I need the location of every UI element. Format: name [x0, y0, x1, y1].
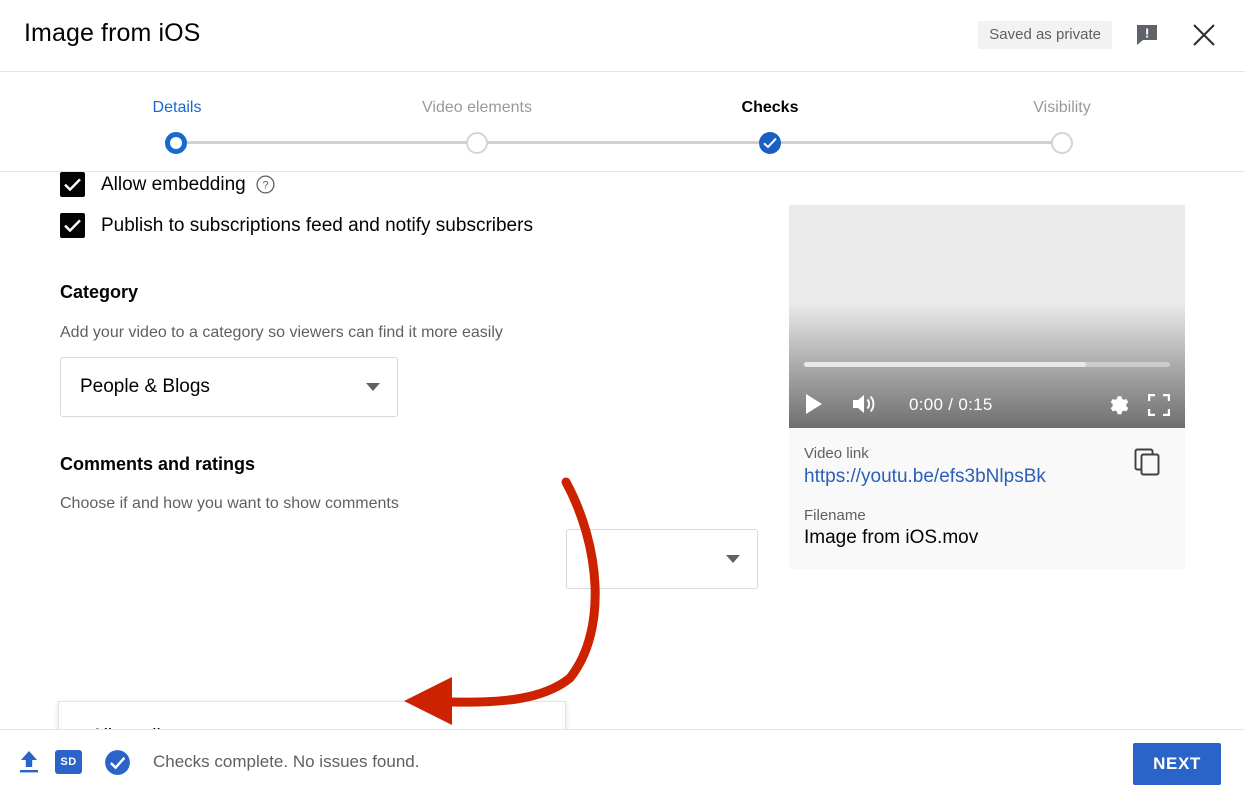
step-label-video-elements[interactable]: Video elements	[422, 99, 532, 117]
checkbox-box	[60, 172, 85, 197]
checkbox-publish-to-subscriptions[interactable]: Publish to subscriptions feed and notify…	[60, 213, 533, 238]
step-label-details[interactable]: Details	[153, 99, 202, 117]
feedback-exclamation-icon[interactable]	[1134, 22, 1160, 48]
help-circle-icon[interactable]: ?	[256, 175, 275, 194]
category-select[interactable]: People & Blogs	[60, 357, 398, 417]
svg-text:?: ?	[262, 180, 268, 192]
checkbox-label: Allow embedding	[101, 173, 246, 195]
comments-section-subtitle: Choose if and how you want to show comme…	[60, 495, 399, 512]
video-link-label: Video link	[804, 445, 869, 462]
category-select-value: People & Blogs	[80, 376, 210, 397]
close-icon[interactable]	[1189, 20, 1219, 50]
video-link[interactable]: https://youtu.be/efs3bNlpsBk	[804, 466, 1185, 488]
category-section-title: Category	[60, 282, 139, 302]
copy-icon[interactable]	[1133, 447, 1162, 476]
check-circle-icon	[104, 749, 131, 776]
dialog-header: Image from iOS Saved as private	[0, 0, 1245, 72]
dropdown-option-allow-all[interactable]: Allow all comments	[59, 716, 565, 729]
quality-badge: SD	[55, 750, 82, 774]
page-title: Image from iOS	[24, 19, 201, 47]
progress-bar-track[interactable]	[804, 362, 1170, 367]
checkbox-label: Publish to subscriptions feed and notify…	[101, 214, 533, 236]
play-icon[interactable]	[804, 393, 824, 420]
step-label-visibility[interactable]: Visibility	[1033, 99, 1091, 117]
filename-label: Filename	[804, 507, 866, 524]
checkbox-box	[60, 213, 85, 238]
status-badge: Saved as private	[978, 21, 1112, 49]
dialog-scroll-body: Allow embedding ? Publish to subscriptio…	[0, 172, 1245, 729]
upload-icon[interactable]	[16, 749, 42, 775]
details-form-column: Allow embedding ? Publish to subscriptio…	[0, 172, 790, 729]
upload-stepper: Details Video elements Checks Visibility	[0, 72, 1245, 172]
comments-dropdown-menu[interactable]: Allow all comments Hold potentially inap…	[58, 701, 566, 729]
stepper-rail	[176, 141, 1070, 144]
gear-icon[interactable]	[1105, 392, 1129, 421]
video-player[interactable]: 0:00 / 0:15	[789, 205, 1185, 428]
comments-section-title: Comments and ratings	[60, 454, 256, 474]
category-section-subtitle: Add your video to a category so viewers …	[60, 324, 503, 341]
fullscreen-icon[interactable]	[1147, 393, 1171, 421]
progress-bar-fill	[804, 362, 1086, 367]
checkbox-allow-embedding[interactable]: Allow embedding ?	[60, 172, 275, 197]
video-preview-panel: 0:00 / 0:15 Video link https://youtu.be/…	[789, 205, 1185, 569]
chevron-down-icon	[366, 383, 380, 391]
step-node-video-elements[interactable]	[466, 132, 488, 154]
video-time: 0:00 / 0:15	[909, 395, 993, 414]
step-node-details[interactable]	[165, 132, 187, 154]
step-label-checks[interactable]: Checks	[742, 99, 799, 117]
chevron-down-icon	[726, 555, 740, 563]
volume-icon[interactable]	[851, 393, 877, 420]
video-metadata-panel: Video link https://youtu.be/efs3bNlpsBk …	[789, 428, 1185, 569]
step-node-checks[interactable]	[759, 132, 781, 154]
filename-value: Image from iOS.mov	[804, 527, 979, 548]
dialog-footer: SD Checks complete. No issues found. NEX…	[0, 729, 1245, 794]
footer-status-text: Checks complete. No issues found.	[153, 752, 420, 771]
comments-select[interactable]	[566, 529, 758, 589]
next-button[interactable]: NEXT	[1133, 743, 1221, 785]
step-node-visibility[interactable]	[1051, 132, 1073, 154]
upload-details-dialog: Image from iOS Saved as private Details …	[0, 0, 1245, 794]
